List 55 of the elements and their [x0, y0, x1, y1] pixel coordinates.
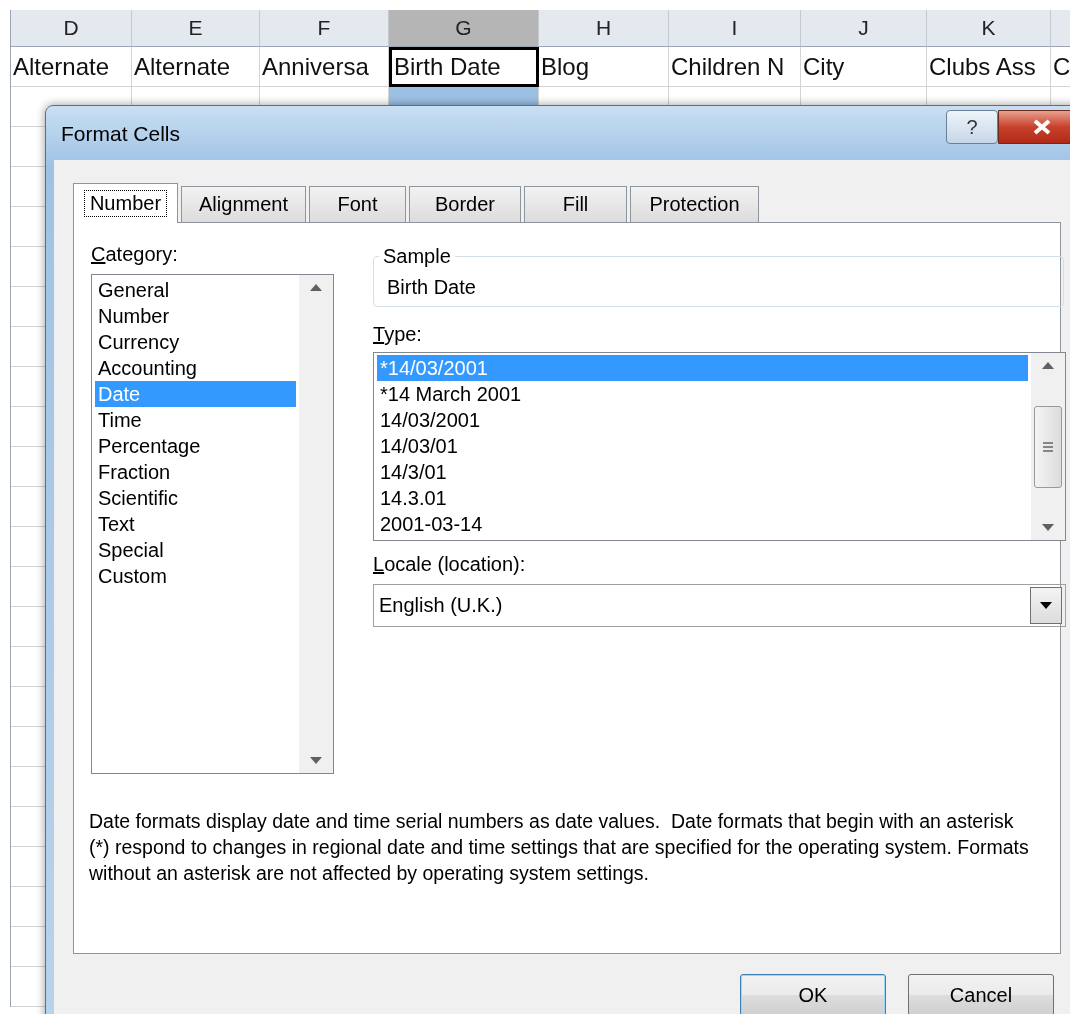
- grip-icon: [1042, 440, 1054, 453]
- field-label: Category:: [91, 243, 179, 266]
- list-item[interactable]: Number: [95, 303, 296, 329]
- list-item[interactable]: 2001-03-14: [377, 511, 1028, 537]
- list-item[interactable]: General: [95, 277, 296, 303]
- category-list[interactable]: General Number Currency Accounting Date Time Percentage Fraction Scientific Text Special Custom: [91, 274, 334, 774]
- scroll-thumb[interactable]: [1034, 405, 1062, 488]
- field-label: Locale (location):: [373, 553, 527, 576]
- list-item[interactable]: 14/03/2001: [377, 407, 1028, 433]
- list-item[interactable]: 14.3.01: [377, 485, 1028, 511]
- close-button[interactable]: [998, 110, 1070, 144]
- scroll-down-icon[interactable]: [310, 757, 322, 765]
- table-cell: Birth Date: [389, 47, 539, 87]
- list-item[interactable]: Currency: [95, 329, 296, 355]
- tab[interactable]: Number: [73, 183, 178, 223]
- locale-dropdown[interactable]: English (U.K.): [373, 584, 1066, 627]
- window-title: Format Cells: [61, 122, 181, 146]
- dropdown-button[interactable]: [1030, 587, 1062, 624]
- description-text: Date formats display date and time serial numbers as date values. Date formats that begin with an asterisk (*) respond to changes in regional date and time settings that are specified for the operating system. Formats without an asterisk are not affected by operating system settings.: [89, 809, 1030, 886]
- list-item[interactable]: Accounting: [95, 355, 296, 381]
- column-header[interactable]: J: [801, 10, 927, 47]
- group-label: Sample: [382, 245, 452, 268]
- column-header[interactable]: I: [669, 10, 801, 47]
- cancel-button[interactable]: Cancel: [908, 974, 1054, 1014]
- scroll-up-icon[interactable]: [310, 283, 322, 291]
- list-item[interactable]: Scientific: [95, 485, 296, 511]
- list-item[interactable]: 14/3/01: [377, 459, 1028, 485]
- tab[interactable]: Font: [309, 186, 406, 222]
- column-header[interactable]: H: [539, 10, 669, 47]
- tab[interactable]: Alignment: [181, 186, 306, 222]
- column-header[interactable]: E: [132, 10, 260, 47]
- list-item[interactable]: 14/03/01: [377, 433, 1028, 459]
- list-item[interactable]: Percentage: [95, 433, 296, 459]
- type-list[interactable]: *14/03/2001 *14 March 2001 14/03/2001 14/03/01 14/3/01 14.3.01 2001-03-14: [373, 352, 1066, 541]
- help-button[interactable]: ?: [946, 110, 998, 144]
- scroll-up-icon[interactable]: [1042, 361, 1054, 369]
- list-item[interactable]: Text: [95, 511, 296, 537]
- list-item[interactable]: Custom: [95, 563, 296, 589]
- close-icon: [1032, 119, 1052, 135]
- list-item[interactable]: Time: [95, 407, 296, 433]
- list-item[interactable]: Special: [95, 537, 296, 563]
- sample-value: Birth Date: [387, 276, 477, 299]
- column-header[interactable]: G: [389, 10, 539, 47]
- list-item[interactable]: *14 March 2001: [377, 381, 1028, 407]
- tab[interactable]: Fill: [524, 186, 627, 222]
- tab[interactable]: Border: [409, 186, 521, 222]
- ok-button[interactable]: OK: [740, 974, 886, 1014]
- tab[interactable]: Protection: [630, 186, 759, 222]
- column-header[interactable]: F: [260, 10, 389, 47]
- list-item[interactable]: Fraction: [95, 459, 296, 485]
- column-header[interactable]: K: [927, 10, 1051, 47]
- caret-icon: [1040, 602, 1052, 609]
- field-label: Type:: [373, 323, 423, 346]
- scroll-down-icon[interactable]: [1042, 524, 1054, 532]
- column-header[interactable]: D: [11, 10, 132, 47]
